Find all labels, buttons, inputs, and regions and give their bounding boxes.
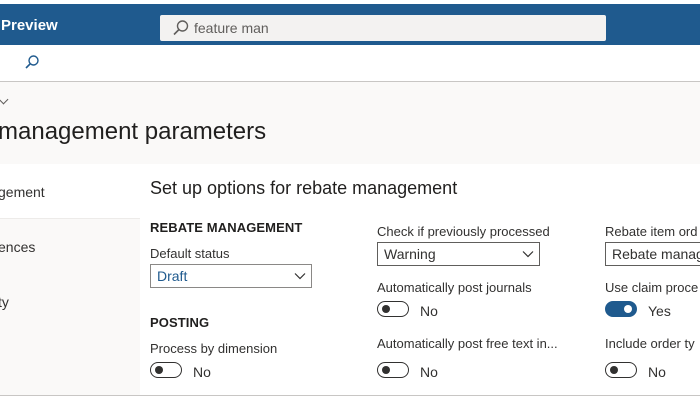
default-status-label: Default status (150, 246, 230, 261)
rebate-item-label: Rebate item ord (605, 224, 698, 239)
auto-post-journals-label: Automatically post journals (377, 280, 532, 295)
include-order-label: Include order ty (605, 336, 695, 351)
sidebar-item-label: gement (0, 184, 45, 200)
app-title: Preview (1, 17, 58, 34)
search-icon (172, 19, 190, 42)
chevron-down-icon (293, 269, 307, 286)
section-header-rebate-management: REBATE MANAGEMENT (150, 220, 303, 235)
process-by-dimension-label: Process by dimension (150, 341, 278, 356)
sidebar-item-sequences[interactable]: ences (0, 219, 140, 273)
toggle-switch[interactable] (150, 362, 182, 378)
toggle-switch[interactable] (377, 301, 409, 317)
panel-title: Set up options for rebate management (150, 178, 458, 198)
sidebar-item-label: ty (0, 294, 9, 310)
auto-post-free-text-label: Automatically post free text in... (377, 336, 558, 351)
check-processed-value: Warning (384, 246, 436, 262)
search-icon[interactable] (23, 54, 41, 77)
toggle-switch[interactable] (605, 362, 637, 378)
page-content: management parameters gement ences ty Se… (0, 82, 700, 395)
action-bar (0, 45, 700, 82)
sidebar-item-security[interactable]: ty (0, 274, 140, 328)
toggle-switch[interactable] (377, 362, 409, 378)
sidebar-nav: gement ences ty (0, 164, 140, 395)
rebate-item-dropdown[interactable]: Rebate manag (605, 242, 700, 266)
toggle-state-text: No (648, 364, 666, 380)
toggle-state-text: No (193, 364, 211, 380)
breadcrumb-chevron-icon (0, 94, 9, 105)
use-claim-label: Use claim proce (605, 280, 699, 295)
default-status-value: Draft (157, 268, 188, 284)
toggle-state-text: No (420, 303, 438, 319)
sidebar-item-rebate-management[interactable]: gement (0, 164, 140, 219)
toggle-switch[interactable] (605, 301, 637, 317)
page-title: management parameters (0, 118, 267, 145)
sidebar-item-label: ences (0, 239, 36, 255)
section-header-posting: POSTING (150, 315, 210, 330)
default-status-dropdown[interactable]: Draft (150, 264, 312, 288)
toggle-state-text: No (420, 364, 438, 380)
chevron-down-icon (521, 247, 535, 264)
check-processed-label: Check if previously processed (377, 224, 550, 239)
toggle-state-text: Yes (648, 303, 671, 319)
rebate-item-value: Rebate manag (612, 246, 700, 262)
search-value: feature man (194, 20, 269, 36)
top-bar: Preview feature man (0, 4, 700, 45)
check-processed-dropdown[interactable]: Warning (377, 242, 540, 266)
settings-panel: Set up options for rebate management REB… (140, 164, 700, 395)
search-input[interactable]: feature man (160, 15, 606, 41)
window-bottom-edge (0, 395, 700, 407)
